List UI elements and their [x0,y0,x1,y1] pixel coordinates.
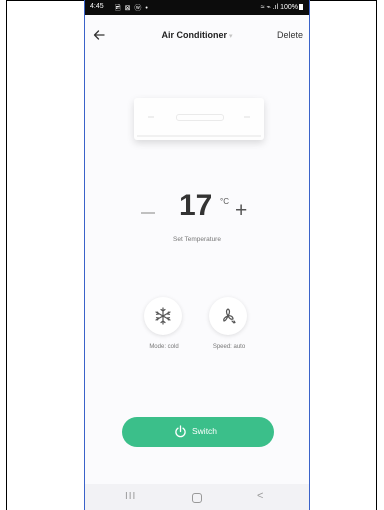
delete-button[interactable]: Delete [277,30,303,40]
recents-button[interactable]: III [125,491,136,502]
fan-speed-button[interactable] [209,297,247,335]
chevron-down-icon: ▾ [228,33,233,40]
increase-temperature-button[interactable]: + [235,199,247,223]
home-button[interactable] [192,493,202,503]
ac-vent [137,135,261,137]
frame-left-line [6,0,7,510]
frame-right-line [376,0,377,510]
set-temperature-caption: Set Temperature [173,236,221,243]
snowflake-icon [155,307,171,325]
power-switch-button[interactable]: Switch [122,417,274,447]
ac-detail-left [148,116,154,118]
system-nav-bar: III < [85,484,309,510]
status-right: ≈ ⌁ .ıl 100% [261,3,303,11]
air-conditioner-illustration [134,98,264,140]
ac-detail-right [244,116,250,118]
phone-screen: 4:45 🖻 ⊠ ⓦ • ≈ ⌁ .ıl 100% Air Conditione… [84,0,310,510]
nav-back-button[interactable]: < [257,490,263,502]
switch-label: Switch [192,426,218,436]
mode-label: Mode: cold [149,344,179,350]
mode-button[interactable] [144,297,182,335]
page-title-text: Air Conditioner [161,30,227,40]
page-title[interactable]: Air Conditioner ▾ [85,30,309,40]
temperature-unit: °C [220,197,229,206]
fan-icon [223,308,236,324]
status-bar: 4:45 🖻 ⊠ ⓦ • ≈ ⌁ .ıl 100% [85,0,309,15]
status-time: 4:45 [90,3,104,10]
app-bar: Air Conditioner ▾ Delete [85,28,309,44]
decrease-temperature-button[interactable] [141,212,155,214]
temperature-value: 17 [179,189,213,222]
speed-label: Speed: auto [212,344,246,350]
battery-icon [299,4,303,10]
ac-display-slot [176,114,224,121]
notification-icons: 🖻 ⊠ ⓦ • [115,5,149,12]
signal-battery-text: ≈ ⌁ .ıl 100% [260,4,298,11]
power-icon [175,425,186,438]
